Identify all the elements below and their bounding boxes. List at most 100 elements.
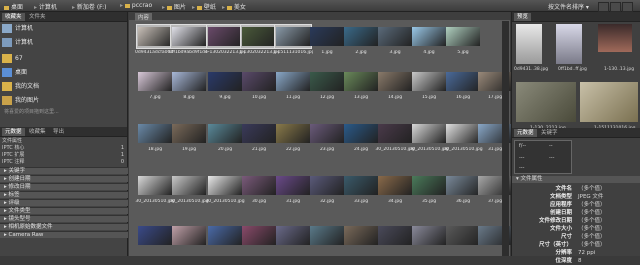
thumbnail[interactable] [241,174,277,197]
section-file-properties[interactable]: ▾ 文件属性 [512,176,640,183]
thumbnail[interactable] [137,224,173,247]
sort-dropdown[interactable]: 按文件名排序 ▾ [548,2,589,11]
thumbnail[interactable] [445,25,481,48]
thumbnail[interactable] [445,174,481,197]
thumbnail[interactable] [207,224,243,247]
thumbnail[interactable] [377,122,413,145]
property-row: 尺寸（英寸） （多个值） [512,241,640,249]
thumbnail[interactable] [136,24,174,49]
thumbnail[interactable] [343,174,379,197]
filter-button[interactable] [610,2,621,12]
breadcrumb-drive[interactable]: ▸ 新加卷 (F:) [72,2,107,11]
thumbnail[interactable] [207,174,243,197]
fav-item-computer[interactable]: 计算机 [2,22,33,35]
thumbnail[interactable] [137,174,173,197]
fav-item-desktop[interactable]: 桌面 [2,66,27,79]
filter-category[interactable]: ▸ 创建日期 [0,175,128,182]
preview-image[interactable] [580,82,638,122]
tab-keywords[interactable]: 关键字 [538,129,561,137]
thumbnail[interactable] [377,70,413,93]
tab-preview[interactable]: 预览 [514,13,532,21]
thumbnail-image [172,124,206,143]
breadcrumb-wallpaper[interactable]: ▸ 壁纸 [192,2,216,11]
preview-image[interactable] [516,82,576,122]
preview-image[interactable] [598,24,632,52]
thumbnail[interactable] [411,122,447,145]
thumbnail[interactable] [343,224,379,247]
tab-collections[interactable]: 收藏集 [26,128,49,136]
filter-category[interactable]: ▸ 修改日期 [0,183,128,190]
thumbnail[interactable] [171,224,207,247]
thumbnail[interactable] [309,174,345,197]
thumbnail[interactable] [309,224,345,247]
tab-metadata-right[interactable]: 元数据 [514,129,537,137]
filter-category[interactable]: ▸ 文件类型 [0,207,128,214]
thumbnail[interactable] [411,174,447,197]
thumbnail[interactable] [171,122,207,145]
thumbnail[interactable] [377,224,413,247]
thumbnail[interactable] [377,174,413,197]
filter-category[interactable]: ▸ 相机原始数据文件 [0,223,128,230]
breadcrumb-pictures[interactable]: ▸ 图片 [162,2,186,11]
thumbnail-image [310,226,344,245]
filter-category[interactable]: ▸ 评级 [0,199,128,206]
thumbnail[interactable] [171,70,207,93]
thumbnail[interactable] [445,70,481,93]
thumbnail[interactable] [275,224,311,247]
sort-direction-button[interactable] [598,2,609,12]
breadcrumb-desktop[interactable]: 桌面 [4,2,23,11]
thumbnail-image [378,124,412,143]
thumbnail[interactable] [275,70,311,93]
thumbnail[interactable] [309,122,345,145]
thumbnail[interactable] [240,24,278,49]
view-mode-button[interactable] [622,2,633,12]
thumbnail[interactable] [411,25,447,48]
thumbnail[interactable] [309,25,345,48]
tab-favorites[interactable]: 收藏夹 [2,13,25,21]
folder-icon [124,3,130,8]
tab-metadata[interactable]: 元数据 [2,128,25,136]
breadcrumb-computer[interactable]: ▸ 计算机 [34,2,57,11]
thumbnail[interactable] [309,70,345,93]
content-scrollbar[interactable] [502,21,509,256]
fav-item-computer-2[interactable]: 计算机 [2,36,33,49]
filter-category[interactable]: ▸ 关键字 [0,167,128,174]
preview-image[interactable] [516,24,542,64]
thumbnail[interactable] [275,122,311,145]
thumbnail[interactable] [137,122,173,145]
thumbnail[interactable] [207,70,243,93]
breadcrumb-pccrao[interactable]: ▸ pccrao [120,2,152,9]
fav-item-documents[interactable]: 我的文档 [2,80,39,93]
thumbnail[interactable] [241,70,277,93]
thumbnail[interactable] [445,224,481,247]
thumbnail[interactable] [343,25,379,48]
filter-category[interactable]: ▸ 镜头型号 [0,215,128,222]
thumbnail-image [378,72,412,91]
thumbnail[interactable] [206,24,244,49]
thumbnail[interactable] [137,70,173,93]
thumbnail[interactable] [207,122,243,145]
tab-folders[interactable]: 文件夹 [26,13,49,21]
thumbnail[interactable] [241,224,277,247]
thumbnail[interactable] [445,122,481,145]
thumbnail[interactable] [274,24,312,49]
thumbnail[interactable] [170,24,208,49]
thumbnail[interactable] [275,174,311,197]
content-tab[interactable]: 内容 [135,13,153,21]
preview-image[interactable] [556,24,582,64]
thumbnail[interactable] [377,25,413,48]
thumbnail[interactable] [411,224,447,247]
thumbnail[interactable] [241,122,277,145]
content-header: 内容 [129,12,510,21]
filter-category[interactable]: ▸ 标签 [0,191,128,198]
fav-item-67[interactable]: 67 [2,52,23,65]
filter-category[interactable]: ▸ Camera Raw [0,231,128,238]
thumbnail[interactable] [343,70,379,93]
tab-export[interactable]: 导出 [50,128,67,136]
flash-value: --- [519,165,525,171]
thumbnail[interactable] [171,174,207,197]
thumbnail[interactable] [343,122,379,145]
thumbnail[interactable] [411,70,447,93]
fav-item-pictures[interactable]: 我的图片 [2,94,39,107]
breadcrumb-beauty[interactable]: ▸ 美女 [222,2,246,11]
